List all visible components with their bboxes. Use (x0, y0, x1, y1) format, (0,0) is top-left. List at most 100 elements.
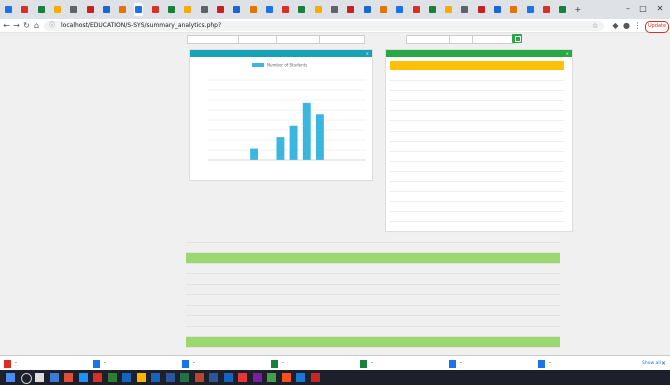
browser-tab[interactable] (558, 3, 567, 16)
taskbar-app-icon[interactable] (238, 373, 247, 382)
table-row[interactable] (186, 316, 560, 327)
taskbar-app-icon[interactable] (78, 373, 88, 382)
list-item[interactable] (390, 222, 564, 233)
maximize-button[interactable]: □ (638, 4, 648, 13)
taskbar-app-icon[interactable] (267, 373, 276, 382)
browser-tab[interactable] (412, 3, 421, 16)
browser-tab[interactable] (37, 3, 46, 16)
browser-tab[interactable] (379, 3, 388, 16)
browser-tab[interactable] (460, 3, 469, 16)
table-row[interactable] (186, 305, 560, 316)
browser-tab[interactable] (183, 3, 192, 16)
download-item[interactable]: ⌃ (93, 358, 107, 369)
back-icon[interactable]: ← (2, 21, 11, 31)
table-row[interactable] (186, 284, 560, 295)
taskbar-app-icon[interactable] (165, 373, 175, 382)
download-item[interactable]: ⌃ (182, 358, 196, 369)
browser-tab[interactable] (20, 3, 29, 16)
filter-select-5[interactable] (406, 35, 452, 44)
taskbar-app-icon[interactable] (122, 373, 131, 382)
taskbar-app-icon[interactable] (49, 373, 59, 382)
filter-select-4[interactable] (319, 35, 365, 44)
reload-icon[interactable]: ↻ (22, 21, 31, 31)
url-text[interactable]: localhost/EDUCATION/S-SYS/summary_analyt… (61, 22, 221, 30)
filter-select-3[interactable] (276, 35, 322, 44)
browser-tab[interactable] (4, 3, 13, 16)
extensions-icon[interactable]: ◆ (611, 21, 620, 31)
browser-tab[interactable] (118, 3, 127, 16)
close-icon[interactable]: × (566, 50, 569, 57)
minimize-button[interactable]: – (623, 4, 633, 13)
taskbar-app-icon[interactable] (281, 373, 291, 382)
browser-tab[interactable] (167, 3, 176, 16)
home-icon[interactable]: ⌂ (32, 21, 41, 31)
browser-tab[interactable] (102, 3, 111, 16)
taskbar-app-icon[interactable] (64, 373, 73, 382)
download-item[interactable]: ⌃ (4, 358, 18, 369)
table-row[interactable] (186, 326, 560, 337)
show-all-downloads-button[interactable]: Show all (642, 358, 661, 369)
search-icon[interactable] (20, 373, 32, 384)
address-bar[interactable]: ⓘ localhost/EDUCATION/S-SYS/summary_anal… (44, 21, 604, 31)
browser-tab[interactable] (330, 3, 339, 16)
taskbar-app-icon[interactable] (209, 373, 218, 382)
table-row[interactable] (186, 274, 560, 285)
browser-tab[interactable] (134, 3, 144, 16)
site-info-icon[interactable]: ⓘ (49, 22, 55, 30)
taskbar-app-icon[interactable] (93, 373, 102, 382)
browser-tab[interactable] (53, 3, 62, 16)
taskbar-app-icon[interactable] (151, 373, 160, 382)
forward-icon[interactable]: → (12, 21, 21, 31)
profile-avatar-icon[interactable]: ● (622, 21, 631, 31)
table-row[interactable] (186, 242, 560, 253)
taskbar-app-icon[interactable] (223, 373, 233, 382)
taskbar-app-icon[interactable] (310, 373, 320, 382)
browser-tab[interactable] (314, 3, 323, 16)
taskbar-app-icon[interactable] (35, 373, 44, 382)
taskbar-app-icon[interactable] (252, 373, 262, 382)
browser-tab[interactable] (526, 3, 535, 16)
browser-tab[interactable] (477, 3, 486, 16)
browser-tab[interactable] (69, 3, 78, 16)
browser-tab[interactable] (428, 3, 437, 16)
filter-select-1[interactable] (187, 35, 241, 44)
update-button[interactable]: Update (645, 21, 669, 33)
bookmark-star-icon[interactable]: ☆ (592, 21, 598, 31)
browser-tab[interactable] (281, 3, 290, 16)
download-item[interactable]: ⌃ (538, 358, 552, 369)
browser-tab[interactable] (265, 3, 274, 16)
filter-select-2[interactable] (238, 35, 279, 44)
close-window-button[interactable]: ✕ (655, 4, 665, 13)
close-downloads-bar-icon[interactable]: × (661, 358, 666, 369)
browser-tab[interactable] (542, 3, 551, 16)
taskbar-app-icon[interactable] (180, 373, 189, 382)
taskbar-app-icon[interactable] (194, 373, 204, 382)
browser-tab[interactable] (395, 3, 404, 16)
taskbar-app-icon[interactable] (107, 373, 117, 382)
table-row[interactable] (186, 252, 560, 264)
browser-tab[interactable] (346, 3, 355, 16)
table-row[interactable] (186, 295, 560, 306)
browser-tab[interactable] (151, 3, 160, 16)
browser-tab[interactable] (249, 3, 258, 16)
table-row[interactable] (186, 263, 560, 274)
browser-tab[interactable] (86, 3, 95, 16)
filter-select-7[interactable] (472, 35, 515, 44)
apply-filter-button[interactable] (512, 34, 522, 43)
browser-tab[interactable] (363, 3, 372, 16)
browser-tab[interactable] (200, 3, 209, 16)
taskbar-app-icon[interactable] (136, 373, 146, 382)
table-row[interactable] (186, 336, 560, 348)
browser-tab[interactable] (232, 3, 241, 16)
browser-tab[interactable] (297, 3, 306, 16)
new-tab-button[interactable]: + (575, 3, 584, 16)
download-item[interactable]: ⌃ (271, 358, 285, 369)
download-item[interactable]: ⌃ (449, 358, 463, 369)
browser-tab[interactable] (493, 3, 502, 16)
download-item[interactable]: ⌃ (360, 358, 374, 369)
browser-tab[interactable] (216, 3, 225, 16)
browser-tab[interactable] (444, 3, 453, 16)
start-menu-icon[interactable] (6, 373, 15, 382)
browser-tab[interactable] (509, 3, 518, 16)
taskbar-app-icon[interactable] (296, 373, 305, 382)
